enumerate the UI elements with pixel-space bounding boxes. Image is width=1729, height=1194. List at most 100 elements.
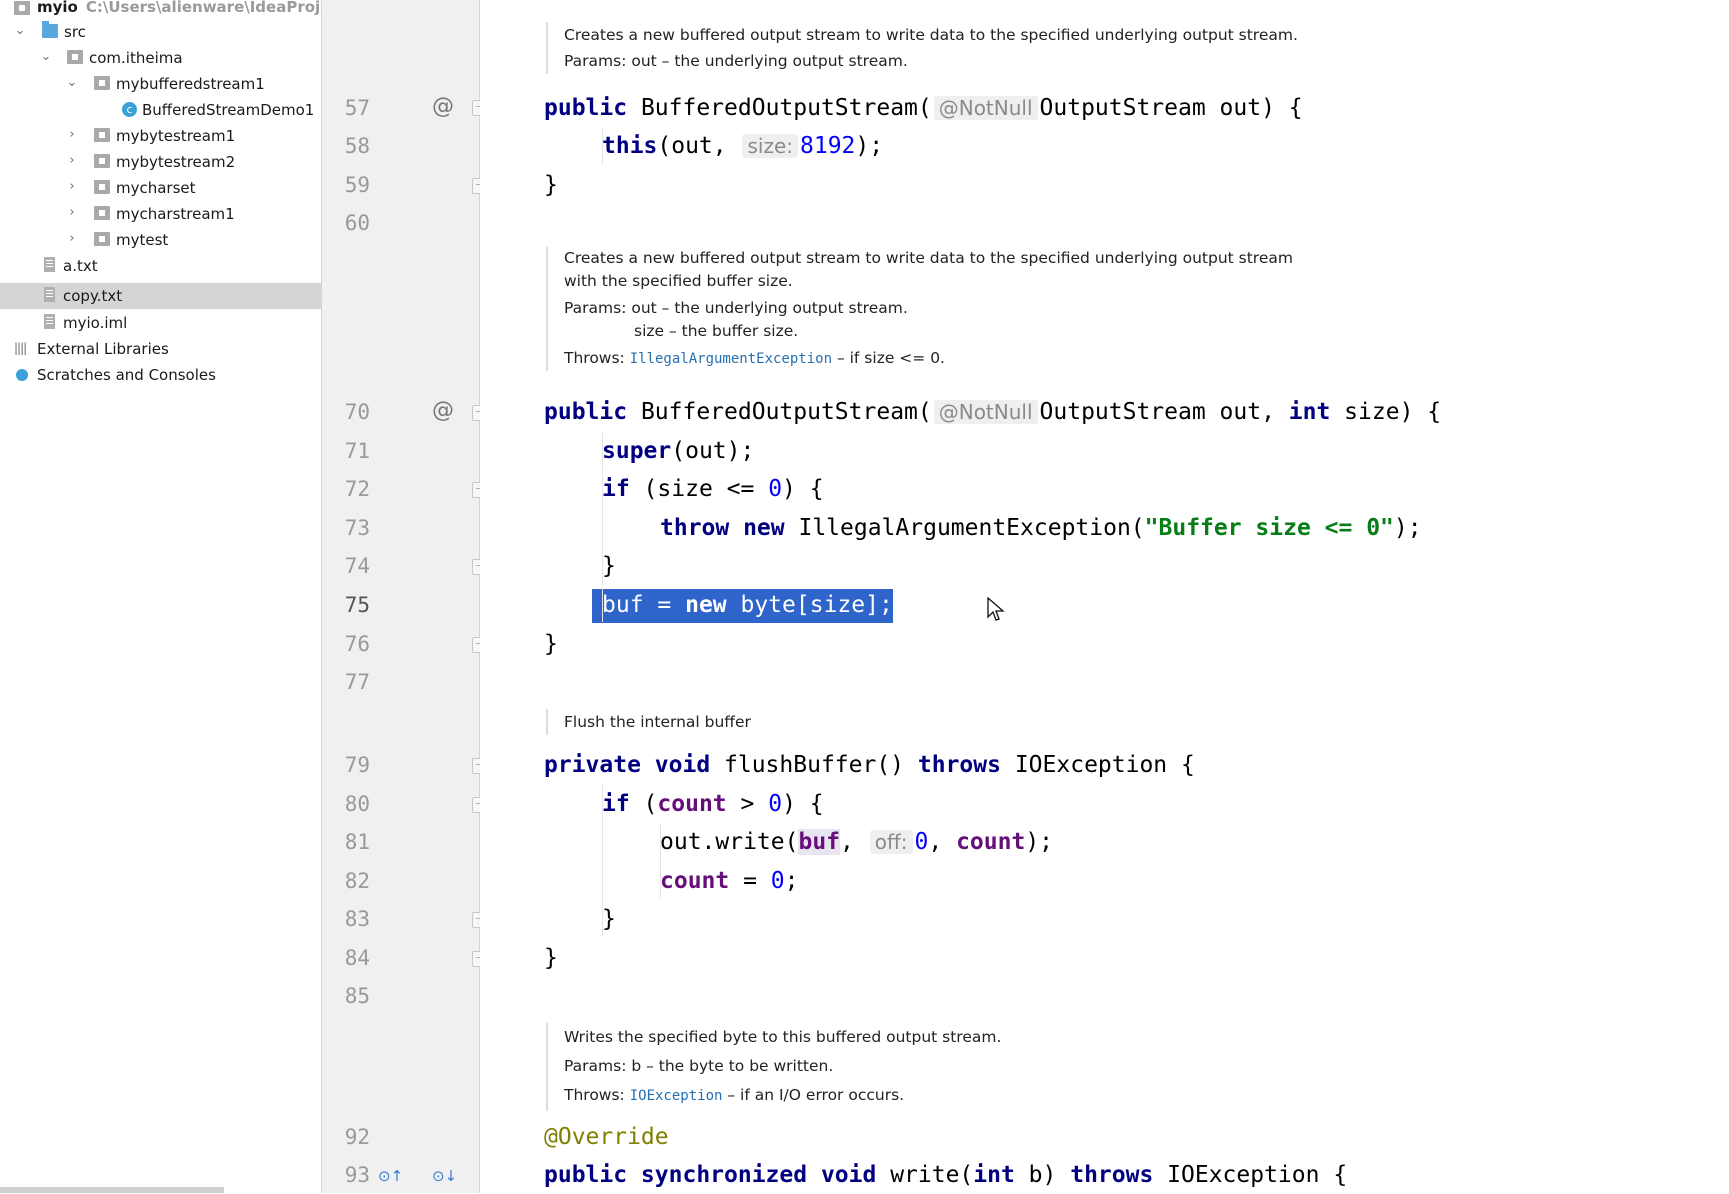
tree-row-src[interactable]: ⌄ src <box>0 19 321 45</box>
javadoc-throws-label: Throws: <box>564 1086 630 1104</box>
project-folder-icon <box>14 1 30 15</box>
chevron-down-icon[interactable]: ⌄ <box>14 24 26 38</box>
keyword: public <box>544 399 628 425</box>
line-number: 57 <box>344 96 370 120</box>
field-ref: buf <box>798 829 841 855</box>
line-number: 82 <box>344 869 370 893</box>
keyword: int <box>973 1162 1015 1188</box>
tree-row-a-txt[interactable]: a.txt <box>0 253 321 279</box>
code-text: IOException { <box>1153 1162 1348 1188</box>
text-selection[interactable]: buf = new byte[size]; <box>592 589 893 623</box>
line-number: 60 <box>344 211 370 235</box>
tree-row-myio-iml[interactable]: myio.iml <box>0 310 321 336</box>
code-line-84[interactable]: } <box>544 939 558 977</box>
code-line-82[interactable]: count = 0; <box>660 862 799 900</box>
code-line-59[interactable]: } <box>544 166 558 204</box>
code-line-73[interactable]: throw new IllegalArgumentException("Buff… <box>660 509 1422 547</box>
tree-row-external-libraries[interactable]: |||| External Libraries <box>0 336 321 362</box>
keyword: throws <box>1070 1162 1154 1188</box>
tree-row-project-root[interactable]: myio C:\Users\alienware\IdeaProject <box>0 0 321 20</box>
implementation-marker-icon[interactable]: @ <box>432 392 454 430</box>
tree-row-com-itheima[interactable]: ⌄ com.itheima <box>0 45 321 71</box>
tree-row-mycharstream1[interactable]: › mycharstream1 <box>0 201 321 227</box>
field-ref: count <box>956 829 1026 855</box>
tree-label: mycharstream1 <box>116 205 235 223</box>
keyword: throw new <box>660 515 785 541</box>
code-line-72[interactable]: if (size <= 0) { <box>602 470 824 508</box>
line-number: 79 <box>344 753 370 777</box>
implementation-marker-icon[interactable]: @ <box>432 88 454 126</box>
chevron-down-icon[interactable]: ⌄ <box>66 76 78 90</box>
javadoc-throws-label: Throws: <box>564 349 630 367</box>
project-name: myio <box>37 0 78 16</box>
tree-row-scratches[interactable]: Scratches and Consoles <box>0 362 321 388</box>
method-name: write( <box>876 1162 974 1188</box>
tree-row-mybytestream1[interactable]: › mybytestream1 <box>0 123 321 149</box>
code-editor[interactable]: Creates a new buffered output stream to … <box>480 0 1729 1193</box>
keyword: public synchronized void <box>544 1162 877 1188</box>
javadoc-text: Flush the internal buffer <box>564 713 751 731</box>
code-text: ; <box>784 868 799 894</box>
javadoc-text: Creates a new buffered output stream to … <box>564 249 1293 267</box>
exception-link[interactable]: IllegalArgumentException <box>630 351 832 367</box>
code-text: IllegalArgumentException( <box>784 515 1145 541</box>
horizontal-scrollbar[interactable] <box>0 1187 224 1193</box>
tree-row-mytest[interactable]: › mytest <box>0 227 321 253</box>
line-number: 72 <box>344 477 370 501</box>
line-number: 74 <box>344 554 370 578</box>
keyword: throws <box>917 752 1001 778</box>
project-tree-panel: myio C:\Users\alienware\IdeaProject ⌄ src… <box>0 0 322 1193</box>
code-line-79[interactable]: private void flushBuffer() throws IOExce… <box>544 746 1195 784</box>
package-icon <box>94 128 110 142</box>
chevron-down-icon[interactable]: ⌄ <box>40 50 52 64</box>
source-folder-icon <box>42 21 58 38</box>
code-text: IOException { <box>1000 752 1195 778</box>
line-number: 81 <box>344 830 370 854</box>
chevron-right-icon[interactable]: › <box>66 206 78 220</box>
tree-row-bufferedstreamdemo1[interactable]: c BufferedStreamDemo1 <box>0 97 321 123</box>
tree-label: com.itheima <box>89 49 183 67</box>
tree-row-mybufferedstream1[interactable]: ⌄ mybufferedstream1 <box>0 71 321 97</box>
code-line-81[interactable]: out.write(buf, off: 0, count); <box>660 823 1053 861</box>
code-text: (out); <box>671 438 755 464</box>
code-line-93[interactable]: public synchronized void write(int b) th… <box>544 1156 1347 1194</box>
package-icon <box>94 154 110 168</box>
parameter-hint: off: <box>869 830 913 854</box>
code-line-70[interactable]: public BufferedOutputStream(@NotNull Outp… <box>544 393 1441 431</box>
code-line-80[interactable]: if (count > 0) { <box>602 785 824 823</box>
code-line-71[interactable]: super(out); <box>602 432 754 470</box>
chevron-right-icon[interactable]: › <box>66 128 78 142</box>
module-file-icon <box>44 314 55 329</box>
keyword: new <box>685 592 727 618</box>
chevron-right-icon[interactable]: › <box>66 154 78 168</box>
exception-link[interactable]: IOException <box>630 1088 723 1104</box>
field-ref: buf <box>602 592 644 618</box>
editor-gutter[interactable]: 57 @ 58 59 60 70 @ 71 72 73 74 75 ● 76 7… <box>322 0 514 1193</box>
line-number: 58 <box>344 134 370 158</box>
code-line-75[interactable]: buf = new byte[size]; <box>592 586 893 624</box>
chevron-right-icon[interactable]: › <box>66 180 78 194</box>
tree-row-copy-txt[interactable]: copy.txt <box>0 283 321 309</box>
tree-row-mybytestream2[interactable]: › mybytestream2 <box>0 149 321 175</box>
chevron-right-icon[interactable]: › <box>66 232 78 246</box>
code-line-58[interactable]: this(out, size: 8192); <box>602 127 883 165</box>
indent-guide <box>660 823 661 899</box>
number-literal: 8192 <box>800 133 856 159</box>
code-text: ) { <box>782 476 824 502</box>
code-line-74[interactable]: } <box>602 547 616 585</box>
tree-row-mycharset[interactable]: › mycharset <box>0 175 321 201</box>
line-number-current: 75 <box>344 593 370 617</box>
text-file-icon <box>44 287 55 302</box>
code-text: size) { <box>1330 399 1442 425</box>
code-line-57[interactable]: public BufferedOutputStream(@NotNull Outp… <box>544 89 1303 127</box>
code-text: > <box>726 791 769 817</box>
tree-label: Scratches and Consoles <box>37 366 216 384</box>
number-literal: 0 <box>768 791 783 817</box>
code-line-76[interactable]: } <box>544 625 558 663</box>
code-line-92[interactable]: @Override <box>544 1118 669 1156</box>
code-line-83[interactable]: } <box>602 900 616 938</box>
code-text: OutputStream out, <box>1039 399 1289 425</box>
number-literal: 0 <box>914 829 929 855</box>
overridden-method-icon[interactable]: ⊙↑ <box>378 1167 403 1185</box>
overriding-method-icon[interactable]: ⊙↓ <box>432 1167 457 1185</box>
